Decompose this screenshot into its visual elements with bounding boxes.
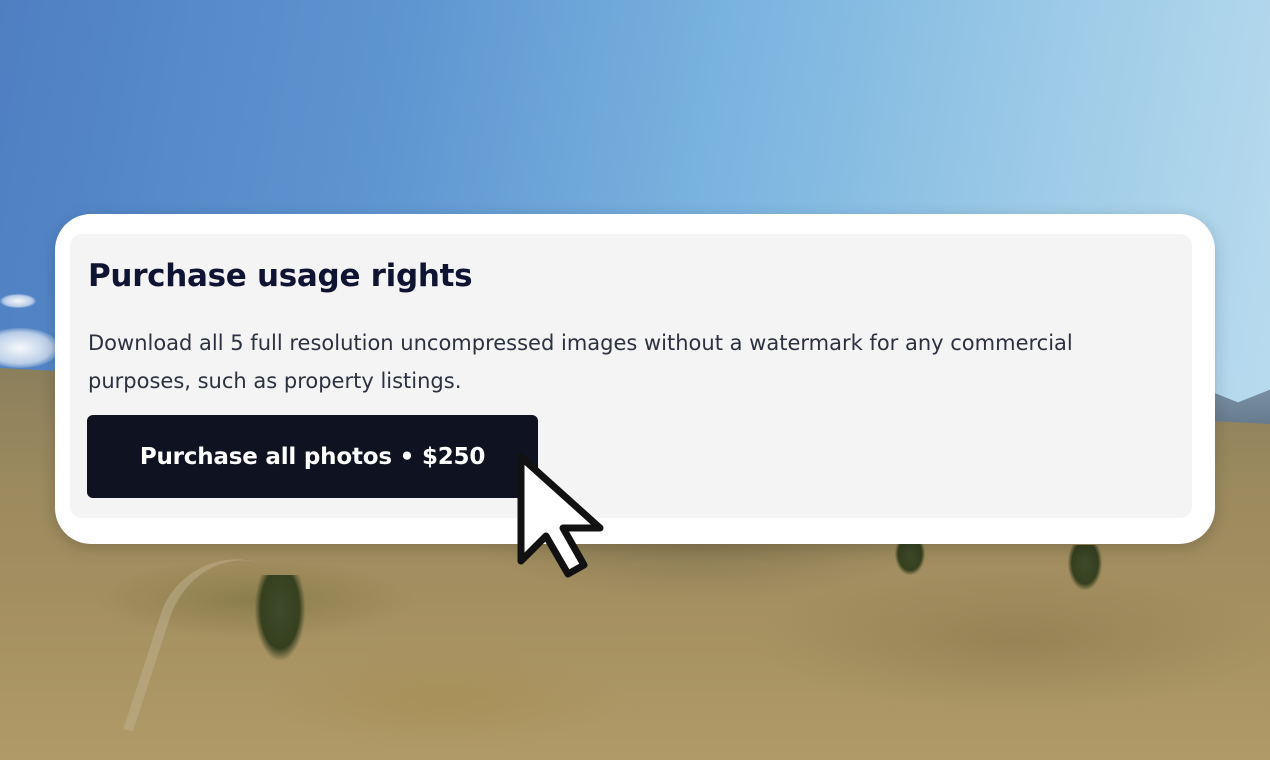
tree [1068, 545, 1102, 590]
card-description: Download all 5 full resolution uncompres… [88, 331, 1073, 393]
card-title: Purchase usage rights [88, 258, 473, 294]
purchase-all-photos-button[interactable]: Purchase all photos • $250 [87, 415, 538, 498]
tree [255, 575, 305, 660]
cloud [0, 294, 36, 308]
tree [895, 540, 925, 575]
pointer-arrow-icon [517, 453, 604, 578]
